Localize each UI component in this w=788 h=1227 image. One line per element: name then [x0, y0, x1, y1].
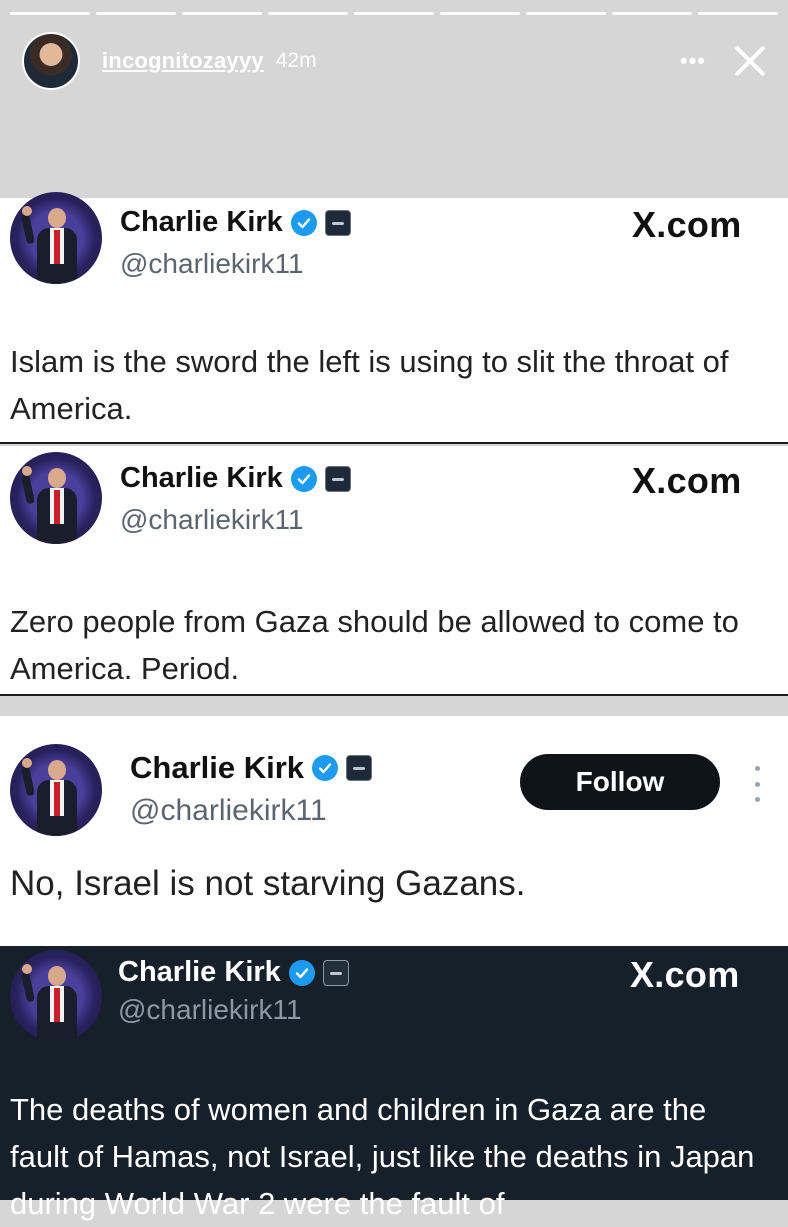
verified-badge-icon [290, 465, 317, 492]
more-options-icon[interactable]: ••• [680, 48, 706, 74]
progress-segment [182, 12, 262, 15]
tweet-name-row: Charlie Kirk [120, 462, 351, 495]
progress-segment [612, 12, 692, 15]
tweet-card-dark: Charlie Kirk @charliekirk11 X.com The de… [0, 946, 788, 1221]
progress-segment [698, 12, 778, 15]
tweet-name-row: Charlie Kirk [120, 206, 351, 239]
story-username[interactable]: incognitozayyy [102, 48, 264, 74]
tweet-card: Charlie Kirk @charliekirk11 X.com Zero p… [0, 446, 788, 696]
affiliation-badge-icon [324, 465, 351, 492]
tweet-author-name[interactable]: Charlie Kirk [120, 206, 283, 239]
tweet-name-row: Charlie Kirk [118, 956, 349, 989]
affiliation-badge-icon [346, 755, 373, 781]
story-header: incognitozayyy 42m ••• [22, 30, 770, 92]
tweet-text: Zero people from Gaza should be allowed … [10, 604, 739, 686]
tweet-author-name[interactable]: Charlie Kirk [130, 750, 304, 786]
tweet-text: The deaths of women and children in Gaza… [10, 1092, 755, 1221]
affiliation-badge-icon [324, 209, 351, 236]
progress-segment [268, 12, 348, 15]
verified-badge-icon [312, 755, 339, 781]
progress-segment [440, 12, 520, 15]
verified-badge-icon [290, 209, 317, 236]
tweet-author-name[interactable]: Charlie Kirk [118, 956, 281, 989]
story-user-avatar[interactable] [22, 32, 80, 90]
tweet-handle[interactable]: @charliekirk11 [118, 994, 302, 1026]
tweet-avatar[interactable] [10, 192, 102, 284]
story-timestamp: 42m [275, 49, 317, 72]
tweet-card: Charlie Kirk @charliekirk11 Follow No, I… [0, 716, 788, 946]
tweet-author-name[interactable]: Charlie Kirk [120, 462, 283, 495]
tweet-text: No, Israel is not starving Gazans. [10, 864, 526, 903]
tweet-handle[interactable]: @charliekirk11 [120, 248, 304, 280]
progress-segment [526, 12, 606, 15]
tweet-card: Charlie Kirk @charliekirk11 X.com Islam … [0, 192, 788, 444]
close-icon[interactable] [730, 41, 770, 81]
tweet-avatar[interactable] [10, 744, 102, 836]
tweet-handle[interactable]: @charliekirk11 [130, 794, 327, 828]
source-label: X.com [630, 954, 740, 995]
source-label: X.com [632, 204, 742, 245]
progress-segment [96, 12, 176, 15]
tweet-text: Islam is the sword the left is using to … [10, 344, 729, 426]
follow-button[interactable]: Follow [520, 754, 720, 810]
affiliation-badge-icon [322, 959, 349, 986]
tweet-avatar[interactable] [10, 452, 102, 544]
tweet-handle[interactable]: @charliekirk11 [120, 504, 304, 536]
kebab-menu-icon[interactable] [752, 766, 762, 802]
verified-badge-icon [288, 959, 315, 986]
story-progress-bar [10, 12, 778, 15]
tweet-name-row: Charlie Kirk [130, 750, 373, 786]
tweet-avatar[interactable] [10, 950, 102, 1042]
progress-segment [10, 12, 90, 15]
progress-segment [354, 12, 434, 15]
source-label: X.com [632, 460, 742, 501]
